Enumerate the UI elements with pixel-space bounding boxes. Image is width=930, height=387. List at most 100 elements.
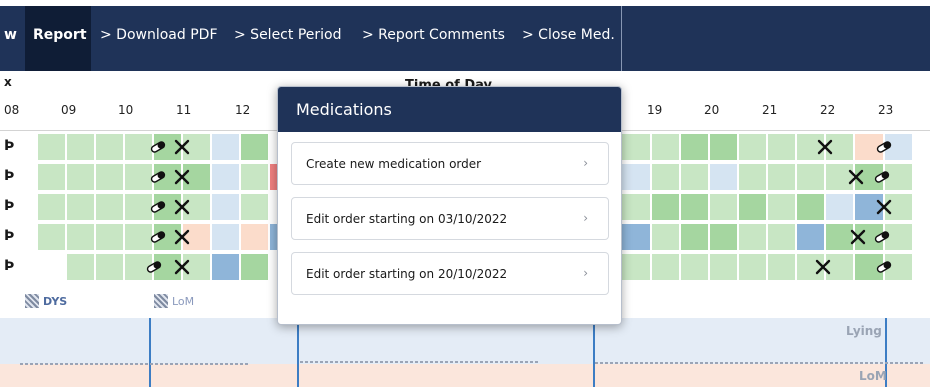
heatmap-cell: [125, 134, 152, 160]
heatmap-cell: [652, 224, 679, 250]
timeline-marker: [593, 318, 595, 387]
heatmap-cell: [96, 164, 123, 190]
heatmap-cell: [212, 224, 239, 250]
heatmap-cell: [96, 254, 123, 280]
heatmap-cell: [212, 164, 239, 190]
timeline-marker: [297, 318, 299, 387]
heatmap-cell: [38, 224, 65, 250]
heatmap-cell: [241, 224, 268, 250]
hour-label: 19: [647, 103, 663, 117]
nav-report-label: Report: [33, 27, 87, 43]
pill-icon: [874, 170, 890, 186]
lom-band: [0, 364, 930, 387]
lom-swatch: [154, 294, 168, 308]
heatmap-cell: [38, 194, 65, 220]
heatmap-cell: [241, 164, 268, 190]
hour-label: 09: [61, 103, 77, 117]
utensils-icon: [174, 199, 190, 218]
heatmap-cell: [620, 224, 650, 250]
heatmap-cell: [212, 254, 239, 280]
heatmap-cell: [710, 254, 737, 280]
heatmap-cell: [38, 254, 65, 280]
legend-dys-label: DYS: [43, 294, 68, 308]
pill-icon: [876, 260, 892, 276]
row-marker-icon: Ϸ: [4, 198, 15, 214]
heatmap-cell: [125, 164, 152, 190]
utensils-icon: [850, 229, 866, 248]
heatmap-cell: [96, 224, 123, 250]
dys-swatch: [25, 294, 39, 308]
heatmap-cell: [826, 194, 853, 220]
heatmap-cell: [797, 194, 824, 220]
heatmap-cell: [96, 194, 123, 220]
nav-item-cut[interactable]: w: [0, 6, 25, 71]
chevron-right-icon: ›: [583, 266, 588, 280]
hour-label: 08: [4, 103, 20, 117]
heatmap-cell: [620, 134, 650, 160]
create-order-button[interactable]: Create new medication order ›: [291, 142, 609, 185]
legend-lom: LoM: [154, 294, 194, 308]
hour-label: 12: [235, 103, 251, 117]
utensils-icon: [817, 139, 833, 158]
heatmap-cell: [652, 194, 679, 220]
heatmap-cell: [38, 164, 65, 190]
heatmap-cell: [797, 164, 824, 190]
heatmap-cell: [67, 254, 94, 280]
heatmap-cell: [739, 164, 766, 190]
pill-icon: [150, 200, 166, 216]
heatmap-cell: [620, 194, 650, 220]
pill-icon: [150, 140, 166, 156]
heatmap-cell: [96, 134, 123, 160]
utensils-icon: [174, 259, 190, 278]
nav-report-tab[interactable]: Report: [25, 6, 91, 71]
hour-label: 10: [118, 103, 134, 117]
modal-title: Medications: [296, 100, 392, 119]
utensils-icon: [174, 229, 190, 248]
pill-icon: [874, 230, 890, 246]
heatmap-cell: [768, 224, 795, 250]
heatmap-cell: [710, 134, 737, 160]
medications-modal: Medications Create new medication order …: [277, 86, 622, 325]
heatmap-cell: [768, 134, 795, 160]
create-order-label: Create new medication order: [306, 156, 482, 171]
heatmap-cell: [652, 254, 679, 280]
heatmap-cell: [67, 224, 94, 250]
hour-label: 20: [704, 103, 720, 117]
chevron-right-icon: ›: [583, 156, 588, 170]
heatmap-cell: [652, 134, 679, 160]
download-pdf-link[interactable]: > Download PDF: [100, 27, 218, 43]
heatmap-cell: [67, 134, 94, 160]
pill-icon: [876, 140, 892, 156]
close-med-link[interactable]: > Close Med.: [522, 27, 615, 43]
activity-trace: [20, 363, 250, 365]
legend-lom-label: LoM: [172, 294, 195, 308]
band-lom-label: LoM: [859, 369, 887, 383]
heatmap-cell: [797, 224, 824, 250]
heatmap-cell: [739, 134, 766, 160]
hour-label: 11: [176, 103, 192, 117]
edit-order-button[interactable]: Edit order starting on 20/10/2022 ›: [291, 252, 609, 295]
select-period-link[interactable]: > Select Period: [234, 27, 341, 43]
heatmap-cell: [681, 224, 708, 250]
edit-order-button[interactable]: Edit order starting on 03/10/2022 ›: [291, 197, 609, 240]
heatmap-cell: [620, 164, 650, 190]
heatmap-cell: [241, 194, 268, 220]
utensils-icon: [174, 169, 190, 188]
heatmap-cell: [710, 224, 737, 250]
heatmap-cell: [620, 254, 650, 280]
axis-label-cut: x: [4, 75, 12, 89]
heatmap-cell: [826, 224, 853, 250]
heatmap-cell: [768, 164, 795, 190]
timeline-marker: [149, 318, 151, 387]
row-marker-icon: Ϸ: [4, 228, 15, 244]
heatmap-cell: [768, 194, 795, 220]
heatmap-cell: [652, 164, 679, 190]
pill-icon: [146, 260, 162, 276]
heatmap-cell: [67, 164, 94, 190]
report-comments-link[interactable]: > Report Comments: [362, 27, 505, 43]
heatmap-cell: [212, 134, 239, 160]
row-marker-icon: Ϸ: [4, 258, 15, 274]
heatmap-cell: [739, 224, 766, 250]
navbar-right: [622, 6, 930, 71]
lying-label: Lying: [846, 324, 882, 338]
